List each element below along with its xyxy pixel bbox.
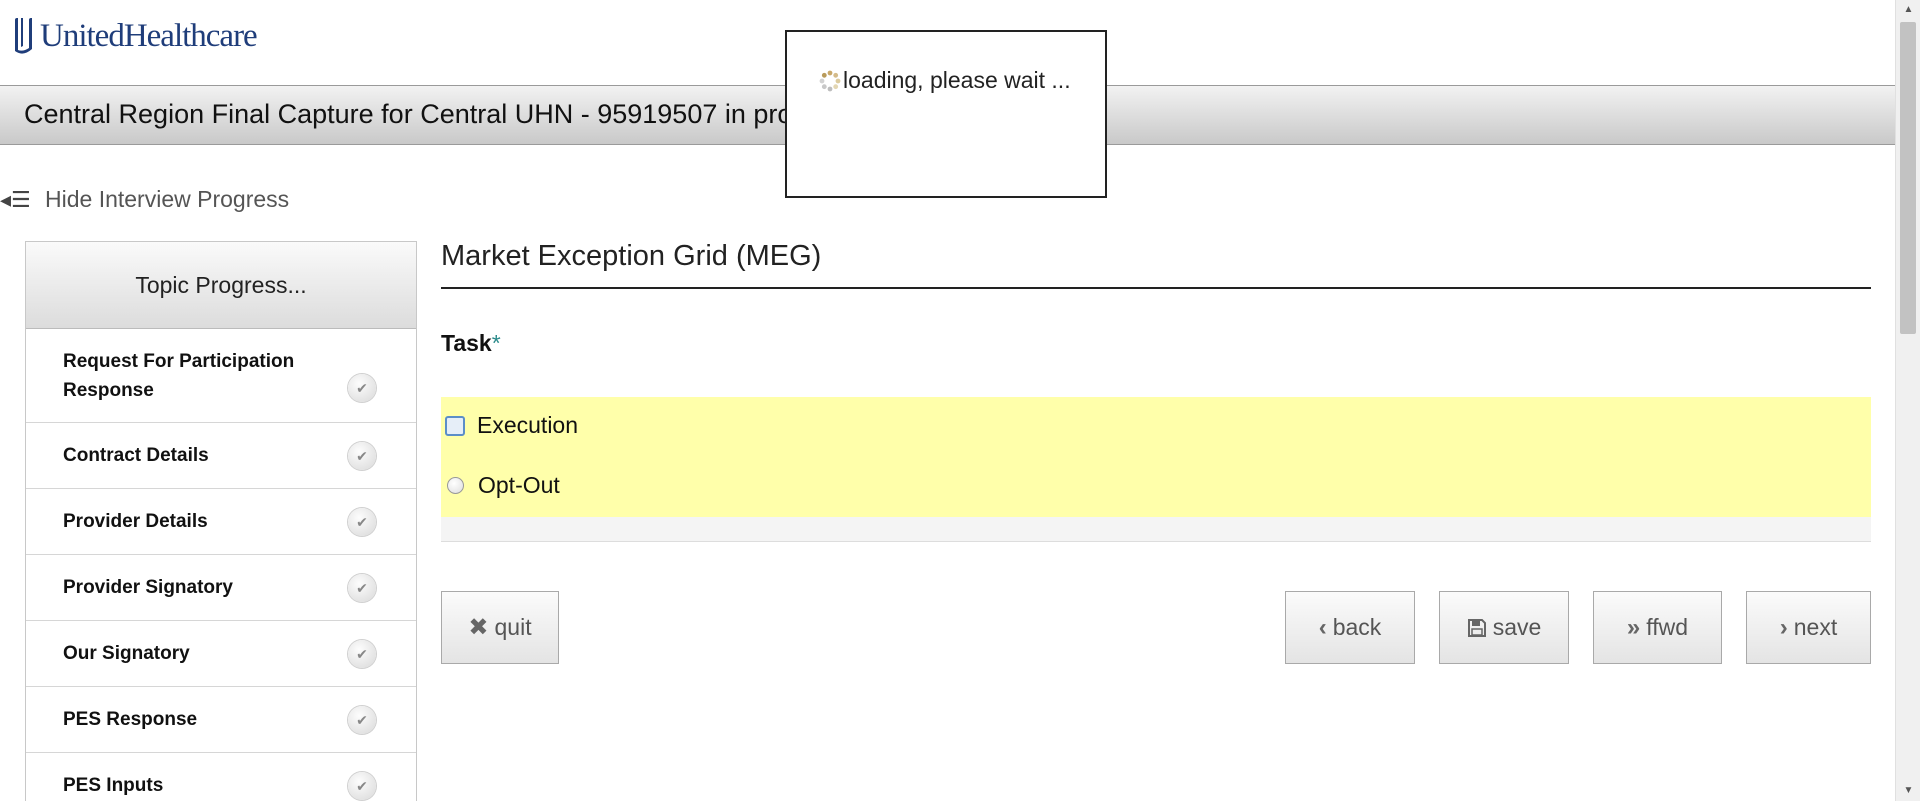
close-icon: ✖ <box>468 614 489 641</box>
topic-item-our-signatory[interactable]: Our Signatory ✔ <box>26 621 416 687</box>
topic-item-pes-response[interactable]: PES Response ✔ <box>26 687 416 753</box>
logo-text: UnitedHealthcare <box>40 17 258 54</box>
chevron-right-icon: › <box>1779 613 1788 641</box>
check-icon: ✔ <box>348 441 376 470</box>
check-icon: ✔ <box>348 507 376 536</box>
spinner-icon <box>819 70 841 91</box>
check-icon: ✔ <box>348 639 376 668</box>
loading-indicator: loading, please wait ... <box>819 67 1071 94</box>
task-options-panel: Execution Opt-Out <box>441 397 1871 517</box>
topic-item-label: Provider Details <box>63 510 208 532</box>
option-opt-out[interactable]: Opt-Out <box>447 472 560 499</box>
scroll-up-arrow-icon[interactable]: ▲ <box>1896 0 1920 20</box>
task-label-text: Task <box>441 330 492 356</box>
next-button[interactable]: › next <box>1746 591 1871 664</box>
topic-item-contract-details[interactable]: Contract Details ✔ <box>26 423 416 489</box>
check-icon: ✔ <box>348 771 376 800</box>
unitedhealthcare-logo: UnitedHealthcare <box>12 14 258 58</box>
hide-interview-progress-toggle[interactable]: ◂☰ Hide Interview Progress <box>0 186 289 213</box>
page-scrollbar[interactable]: ▲ ▼ <box>1895 0 1920 801</box>
back-label: back <box>1332 614 1382 640</box>
topic-item-label: PES Response <box>63 708 198 730</box>
scroll-down-arrow-icon[interactable]: ▼ <box>1896 781 1920 801</box>
ffwd-label: ffwd <box>1646 614 1689 640</box>
options-footer <box>441 517 1871 542</box>
quit-button[interactable]: ✖ quit <box>441 591 559 664</box>
check-icon: ✔ <box>348 374 376 402</box>
task-field-label: Task* <box>441 330 501 357</box>
topic-item-label: PES Inputs <box>63 774 164 796</box>
option-execution[interactable]: Execution <box>445 412 579 439</box>
topic-item-pes-inputs[interactable]: PES Inputs ✔ <box>26 753 416 801</box>
topic-item-provider-signatory[interactable]: Provider Signatory ✔ <box>26 555 416 621</box>
back-button[interactable]: ‹ back <box>1285 591 1415 664</box>
save-button[interactable]: save <box>1439 591 1569 664</box>
menu-collapse-icon: ◂☰ <box>0 186 31 212</box>
option-label: Execution <box>477 412 579 438</box>
title-divider <box>441 287 1871 289</box>
topic-progress-panel: Topic Progress... Request For Participat… <box>25 241 417 801</box>
opt-out-radio[interactable] <box>447 477 464 494</box>
toggle-label: Hide Interview Progress <box>45 186 290 212</box>
save-label: save <box>1492 614 1542 640</box>
double-chevron-right-icon: » <box>1626 613 1641 641</box>
next-label: next <box>1793 614 1838 640</box>
loading-message: loading, please wait ... <box>843 67 1071 93</box>
check-icon: ✔ <box>348 705 376 734</box>
check-icon: ✔ <box>348 573 376 602</box>
interview-title: Central Region Final Capture for Central… <box>24 99 793 129</box>
topic-item-label: Our Signatory <box>63 642 190 664</box>
topic-item-label: Request For Participation Response <box>63 350 295 401</box>
topic-item-request-for-participation-response[interactable]: Request For Participation Response ✔ <box>26 329 416 423</box>
quit-label: quit <box>494 614 532 640</box>
topic-progress-header: Topic Progress... <box>26 242 416 329</box>
execution-radio[interactable] <box>445 415 465 436</box>
floppy-disk-icon <box>1467 618 1486 637</box>
ffwd-button[interactable]: » ffwd <box>1593 591 1722 664</box>
loading-dialog: loading, please wait ... <box>785 30 1107 198</box>
required-marker: * <box>491 330 501 356</box>
topic-item-label: Contract Details <box>63 444 209 466</box>
chevron-left-icon: ‹ <box>1318 613 1327 641</box>
scroll-thumb[interactable] <box>1900 22 1916 334</box>
page-title: Market Exception Grid (MEG) <box>441 240 822 272</box>
logo-mark-icon <box>15 18 32 54</box>
option-label: Opt-Out <box>478 472 560 498</box>
topic-item-label: Provider Signatory <box>63 576 233 598</box>
topic-item-provider-details[interactable]: Provider Details ✔ <box>26 489 416 555</box>
